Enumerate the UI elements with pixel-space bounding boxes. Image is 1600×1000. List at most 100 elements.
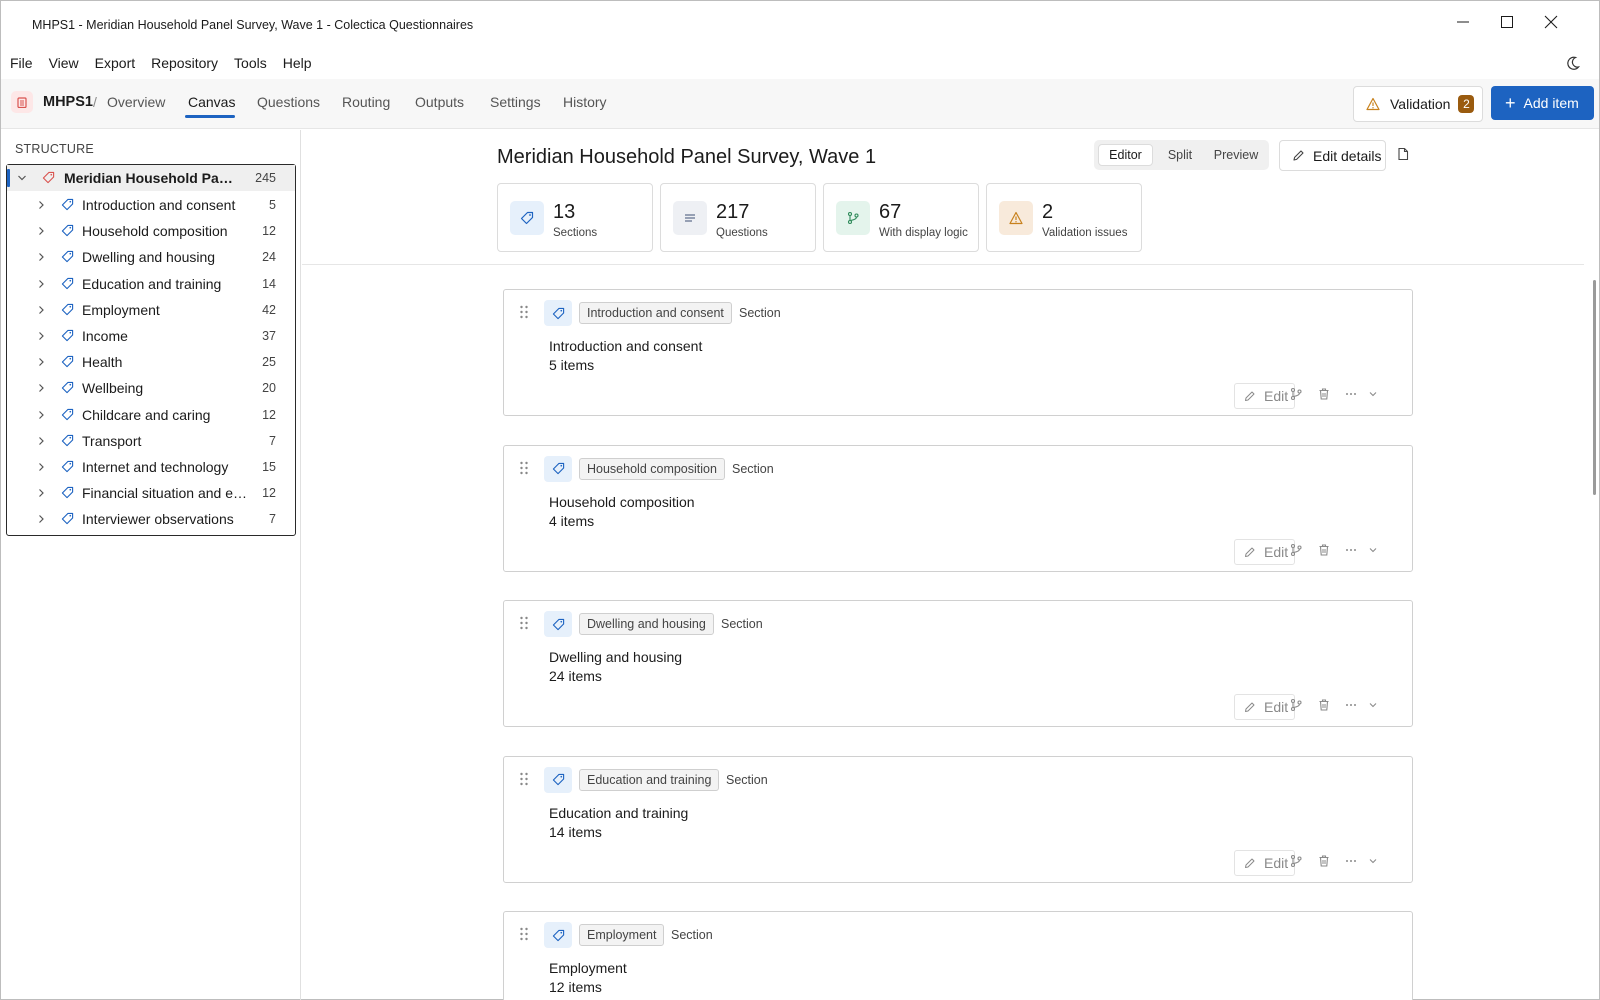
tree-item-label: Transport [82, 432, 142, 449]
more-icon[interactable] [1344, 698, 1358, 712]
tab-settings[interactable]: Settings [490, 94, 541, 110]
validation-button[interactable]: Validation 2 [1353, 86, 1483, 122]
export-pdf-icon[interactable] [1396, 147, 1410, 161]
moon-icon[interactable] [1565, 55, 1581, 71]
tree-item[interactable]: Employment 42 [7, 297, 295, 323]
view-split[interactable]: Split [1154, 144, 1206, 166]
more-icon[interactable] [1344, 854, 1358, 868]
tree-item[interactable]: Interviewer observations 7 [7, 506, 295, 532]
trash-icon[interactable] [1317, 387, 1331, 401]
section-card[interactable]: Education and training Section Education a… [503, 755, 1413, 883]
tree-item[interactable]: Childcare and caring 12 [7, 402, 295, 428]
chevron-right-icon[interactable] [36, 331, 46, 341]
tree-item-label: Education and training [82, 275, 222, 292]
chevron-right-icon[interactable] [36, 436, 46, 446]
section-title: Dwelling and housing [549, 649, 683, 665]
tree-item[interactable]: Internet and technology 15 [7, 454, 295, 480]
menu-view[interactable]: View [49, 55, 79, 71]
trash-icon[interactable] [1317, 854, 1331, 868]
chevron-right-icon[interactable] [36, 305, 46, 315]
menu-bar: File View Export Repository Tools Help [1, 47, 1599, 79]
tree-item[interactable]: Household composition 12 [7, 218, 295, 244]
maximize-button[interactable] [1485, 7, 1529, 37]
tab-canvas[interactable]: Canvas [188, 94, 235, 110]
chevron-right-icon[interactable] [36, 410, 46, 420]
chevron-down-icon[interactable] [1366, 854, 1380, 868]
tree-item[interactable]: Introduction and consent 5 [7, 192, 295, 218]
chevron-right-icon[interactable] [36, 252, 46, 262]
edit-button[interactable]: Edit [1234, 694, 1295, 720]
edit-button[interactable]: Edit [1234, 538, 1295, 565]
tree-item[interactable]: Education and training 14 [7, 271, 295, 297]
branch-icon[interactable] [1289, 698, 1303, 712]
tab-routing[interactable]: Routing [342, 94, 390, 110]
tree-root[interactable]: Meridian Household Panel Survey, Wave 1 … [7, 165, 295, 191]
chevron-right-icon[interactable] [36, 357, 46, 367]
tree-item[interactable]: Health 25 [7, 349, 295, 375]
drag-handle-icon[interactable] [518, 304, 530, 320]
chevron-down-icon[interactable] [17, 173, 27, 183]
chevron-right-icon[interactable] [36, 226, 46, 236]
section-card[interactable]: Dwelling and housing Section Dwelling and … [503, 600, 1413, 727]
tree-item-label: Income [82, 328, 128, 344]
chevron-right-icon[interactable] [36, 383, 46, 393]
section-card[interactable]: Introduction and consent Section Introduct… [503, 289, 1413, 416]
section-card[interactable]: EmploymentSectionEmployment12 itemsEdit [503, 911, 1413, 1000]
tag-icon [61, 329, 74, 342]
edit-button[interactable]: Edit [1234, 849, 1295, 876]
add-item-button[interactable]: + Add item [1491, 86, 1594, 120]
menu-repository[interactable]: Repository [151, 55, 218, 71]
tree-item-count: 25 [262, 355, 276, 370]
close-button[interactable] [1529, 7, 1573, 37]
chevron-right-icon[interactable] [36, 200, 46, 210]
tree-item[interactable]: Wellbeing 20 [7, 375, 295, 401]
more-icon[interactable] [1344, 543, 1358, 557]
trash-icon[interactable] [1317, 543, 1331, 557]
chevron-right-icon[interactable] [36, 488, 46, 498]
tab-outputs[interactable]: Outputs [415, 94, 464, 110]
more-icon[interactable] [1344, 387, 1358, 401]
menu-tools[interactable]: Tools [234, 55, 267, 71]
tree-item[interactable]: Transport 7 [7, 428, 295, 454]
edit-details-button[interactable]: Edit details [1279, 140, 1386, 171]
breadcrumb-project[interactable]: MHPS1 [43, 94, 93, 110]
branch-icon[interactable] [1289, 854, 1303, 868]
section-card[interactable]: Household composition Section Household co… [503, 444, 1413, 572]
stat-display-logic-icon-box [836, 201, 870, 235]
minimize-button[interactable] [1441, 7, 1485, 37]
tag-icon [552, 618, 564, 630]
stat-sections-icon-box [510, 201, 544, 235]
warning-icon [1366, 97, 1380, 111]
tree-item[interactable]: Income 37 [7, 323, 295, 349]
tree-item[interactable]: Dwelling and housing 24 [7, 244, 295, 270]
drag-handle-icon[interactable] [518, 460, 530, 476]
section-type: Section [671, 928, 713, 942]
branch-icon[interactable] [1289, 387, 1303, 401]
tab-questions[interactable]: Questions [257, 94, 320, 110]
chevron-right-icon[interactable] [36, 514, 46, 524]
menu-export[interactable]: Export [95, 55, 135, 71]
project-logo [11, 91, 33, 113]
section-icon-box [544, 922, 572, 948]
edit-button[interactable]: Edit [1234, 383, 1295, 409]
drag-handle-icon[interactable] [518, 926, 530, 942]
chevron-down-icon[interactable] [1366, 387, 1380, 401]
tree-item-label: Internet and technology [82, 459, 229, 475]
chevron-down-icon[interactable] [1366, 698, 1380, 712]
drag-handle-icon[interactable] [518, 615, 530, 631]
branch-icon[interactable] [1289, 543, 1303, 557]
canvas-scrollbar[interactable] [1593, 280, 1596, 495]
tab-history[interactable]: History [563, 94, 607, 110]
view-preview[interactable]: Preview [1207, 144, 1265, 166]
chevron-right-icon[interactable] [36, 462, 46, 472]
view-mode-switch: Editor Split Preview [1094, 140, 1269, 170]
tab-overview[interactable]: Overview [107, 94, 165, 110]
menu-file[interactable]: File [10, 55, 33, 71]
trash-icon[interactable] [1317, 698, 1331, 712]
chevron-right-icon[interactable] [36, 279, 46, 289]
view-editor[interactable]: Editor [1098, 144, 1153, 166]
drag-handle-icon[interactable] [518, 771, 530, 787]
tree-item[interactable]: Financial situation and expectations 12 [7, 480, 295, 506]
chevron-down-icon[interactable] [1366, 543, 1380, 557]
menu-help[interactable]: Help [283, 55, 312, 71]
